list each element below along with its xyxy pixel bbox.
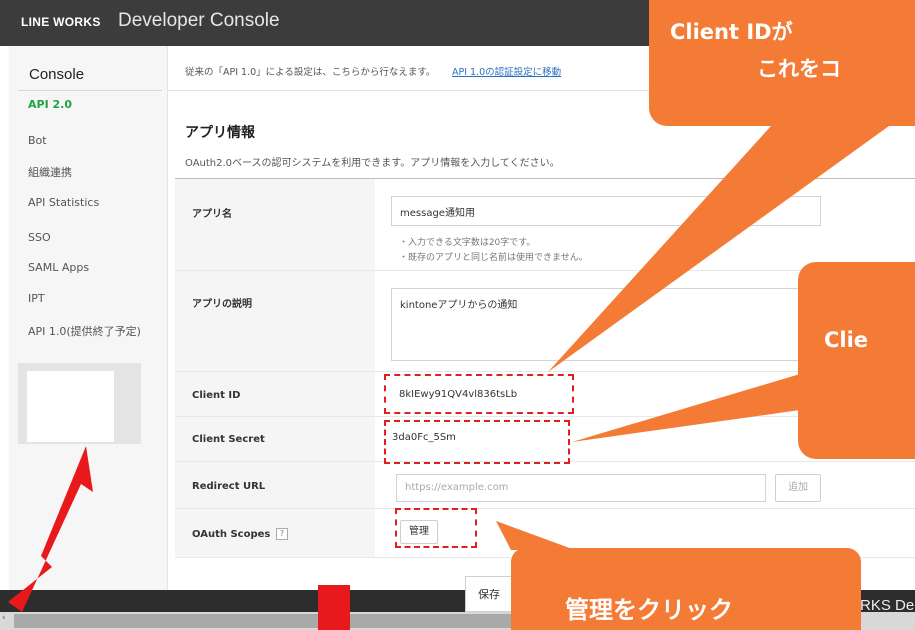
- callout-client-id: Client IDが これをコ: [649, 0, 915, 126]
- callout-client-secret: Clie: [798, 262, 915, 459]
- red-arrow-icon: [8, 446, 93, 612]
- callout-text: 管理をクリック: [565, 596, 733, 624]
- callout-bottom-tail: [496, 521, 575, 550]
- callout-manage: 管理をクリック: [511, 548, 861, 630]
- callout-mid-tail: [572, 374, 800, 442]
- callout-text: Clie: [824, 328, 869, 352]
- red-bar-marker: [318, 585, 350, 630]
- callout-text: Client IDが: [670, 20, 793, 44]
- callout-text: これをコ: [757, 57, 841, 81]
